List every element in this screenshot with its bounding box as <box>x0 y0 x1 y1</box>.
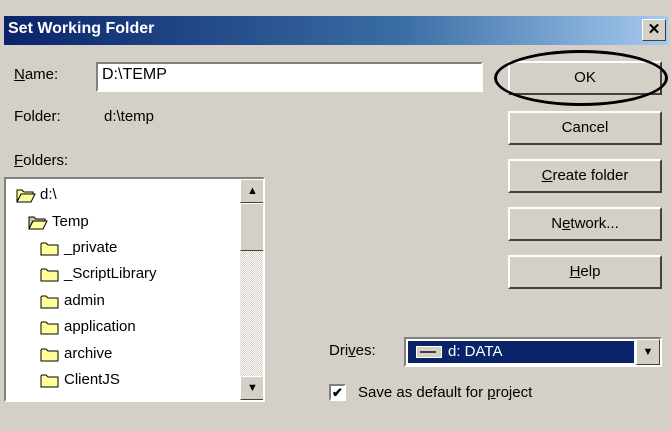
folder-open-icon <box>28 216 48 230</box>
title-bar[interactable]: Set Working Folder ✕ <box>4 16 668 45</box>
drives-dropdown-button[interactable]: ▼ <box>636 339 660 365</box>
dialog-title: Set Working Folder <box>8 20 155 37</box>
folders-scrollbar[interactable]: ▲ ▼ <box>240 179 263 400</box>
scroll-down-button[interactable]: ▼ <box>240 376 263 400</box>
drives-select[interactable]: d: DATA ▼ <box>404 337 662 367</box>
folder-open-icon <box>16 189 36 203</box>
name-label: Name: <box>14 66 59 83</box>
drives-label: Drives: <box>329 342 376 359</box>
folder-icon <box>40 268 59 282</box>
folders-label: Folders: <box>14 152 69 169</box>
highlight-circle <box>494 50 668 106</box>
folder-icon <box>40 295 59 309</box>
folders-listbox[interactable]: d:\ Temp _private _ScriptLibrary admin a… <box>4 177 265 402</box>
set-working-folder-dialog: Set Working Folder ✕ Name: D:\TEMP Folde… <box>0 0 671 431</box>
chevron-down-icon: ▼ <box>642 346 654 358</box>
help-button[interactable]: Help <box>508 255 662 289</box>
folder-icon <box>40 348 59 362</box>
folder-path-value: d:\temp <box>104 108 155 125</box>
folder-icon <box>40 242 59 256</box>
create-folder-button[interactable]: Create folder <box>508 159 662 193</box>
save-default-checkbox[interactable]: ✔ <box>329 384 346 401</box>
close-icon: ✕ <box>647 21 661 38</box>
close-button[interactable]: ✕ <box>642 19 666 41</box>
scroll-thumb[interactable] <box>240 203 263 251</box>
folder-label: Folder: <box>14 108 61 125</box>
hard-drive-icon <box>416 346 442 358</box>
arrow-down-icon: ▼ <box>247 382 258 394</box>
name-input[interactable]: D:\TEMP <box>96 62 483 92</box>
arrow-up-icon: ▲ <box>247 185 258 197</box>
save-default-label: Save as default for project <box>358 384 533 401</box>
scroll-up-button[interactable]: ▲ <box>240 179 263 203</box>
folder-icon <box>40 374 59 388</box>
cancel-button[interactable]: Cancel <box>508 111 662 145</box>
drives-selected: d: DATA <box>408 341 634 363</box>
network-button[interactable]: Network... <box>508 207 662 241</box>
folder-icon <box>40 321 59 335</box>
